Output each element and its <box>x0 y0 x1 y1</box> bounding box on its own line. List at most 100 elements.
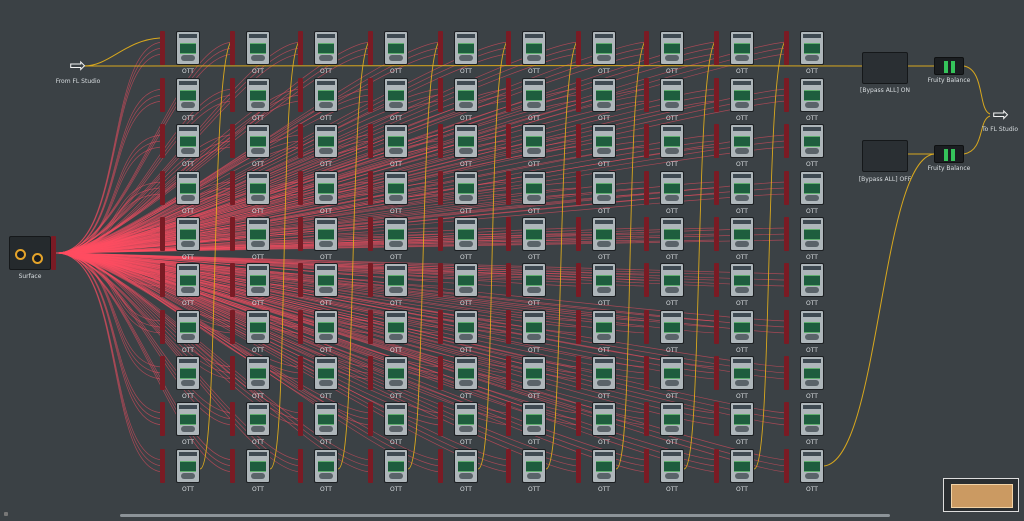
output-arrow-icon[interactable]: ⇨ <box>990 103 1012 125</box>
minimap[interactable] <box>943 478 1019 512</box>
ott-node[interactable] <box>314 402 338 436</box>
ott-input-ports[interactable] <box>784 449 789 483</box>
ott-node[interactable] <box>176 263 200 297</box>
ott-input-ports[interactable] <box>784 356 789 390</box>
ott-node[interactable] <box>384 449 408 483</box>
ott-node[interactable] <box>454 356 478 390</box>
ott-input-ports[interactable] <box>784 124 789 158</box>
ott-input-ports[interactable] <box>714 217 719 251</box>
ott-input-ports[interactable] <box>784 310 789 344</box>
ott-node[interactable] <box>314 263 338 297</box>
ott-node[interactable] <box>660 310 684 344</box>
ott-node[interactable] <box>660 263 684 297</box>
ott-node[interactable] <box>454 217 478 251</box>
ott-input-ports[interactable] <box>576 78 581 112</box>
ott-input-ports[interactable] <box>160 31 165 65</box>
ott-node[interactable] <box>176 31 200 65</box>
ott-node[interactable] <box>660 171 684 205</box>
ott-node[interactable] <box>730 402 754 436</box>
ott-input-ports[interactable] <box>230 449 235 483</box>
ott-input-ports[interactable] <box>230 310 235 344</box>
ott-input-ports[interactable] <box>644 217 649 251</box>
ott-node[interactable] <box>384 78 408 112</box>
ott-input-ports[interactable] <box>506 356 511 390</box>
ott-input-ports[interactable] <box>298 124 303 158</box>
ott-node[interactable] <box>592 310 616 344</box>
ott-input-ports[interactable] <box>298 217 303 251</box>
ott-input-ports[interactable] <box>576 310 581 344</box>
ott-input-ports[interactable] <box>438 356 443 390</box>
ott-node[interactable] <box>730 449 754 483</box>
ott-input-ports[interactable] <box>644 124 649 158</box>
ott-node[interactable] <box>522 124 546 158</box>
ott-input-ports[interactable] <box>230 31 235 65</box>
ott-node[interactable] <box>660 449 684 483</box>
ott-node[interactable] <box>176 171 200 205</box>
ott-input-ports[interactable] <box>644 310 649 344</box>
ott-node[interactable] <box>384 31 408 65</box>
ott-node[interactable] <box>454 310 478 344</box>
surface-node[interactable] <box>9 236 51 270</box>
ott-input-ports[interactable] <box>506 171 511 205</box>
ott-node[interactable] <box>314 217 338 251</box>
ott-node[interactable] <box>800 449 824 483</box>
ott-node[interactable] <box>522 449 546 483</box>
ott-node[interactable] <box>800 171 824 205</box>
ott-input-ports[interactable] <box>576 31 581 65</box>
ott-node[interactable] <box>800 124 824 158</box>
ott-input-ports[interactable] <box>230 78 235 112</box>
ott-node[interactable] <box>176 449 200 483</box>
ott-node[interactable] <box>314 171 338 205</box>
ott-input-ports[interactable] <box>298 263 303 297</box>
ott-node[interactable] <box>454 263 478 297</box>
ott-input-ports[interactable] <box>784 31 789 65</box>
ott-input-ports[interactable] <box>644 78 649 112</box>
ott-input-ports[interactable] <box>368 78 373 112</box>
ott-node[interactable] <box>454 402 478 436</box>
ott-input-ports[interactable] <box>160 124 165 158</box>
ott-input-ports[interactable] <box>506 217 511 251</box>
ott-input-ports[interactable] <box>784 217 789 251</box>
patcher-canvas[interactable]: ⇨ From FL Studio Surface OTT OTT OTT OTT OTT… <box>0 0 1024 521</box>
ott-node[interactable] <box>800 356 824 390</box>
ott-input-ports[interactable] <box>714 78 719 112</box>
ott-input-ports[interactable] <box>576 263 581 297</box>
ott-node[interactable] <box>660 217 684 251</box>
ott-node[interactable] <box>384 356 408 390</box>
ott-node[interactable] <box>522 31 546 65</box>
ott-input-ports[interactable] <box>230 402 235 436</box>
ott-node[interactable] <box>592 31 616 65</box>
ott-node[interactable] <box>522 402 546 436</box>
ott-input-ports[interactable] <box>230 263 235 297</box>
fruity-balance-top-node[interactable] <box>934 57 964 75</box>
ott-node[interactable] <box>522 263 546 297</box>
ott-node[interactable] <box>730 356 754 390</box>
ott-node[interactable] <box>314 31 338 65</box>
ott-node[interactable] <box>800 263 824 297</box>
ott-input-ports[interactable] <box>298 78 303 112</box>
ott-node[interactable] <box>454 124 478 158</box>
ott-node[interactable] <box>660 78 684 112</box>
ott-node[interactable] <box>522 310 546 344</box>
ott-input-ports[interactable] <box>576 124 581 158</box>
ott-input-ports[interactable] <box>160 402 165 436</box>
ott-node[interactable] <box>314 310 338 344</box>
ott-node[interactable] <box>660 31 684 65</box>
ott-node[interactable] <box>246 356 270 390</box>
ott-node[interactable] <box>176 310 200 344</box>
ott-input-ports[interactable] <box>438 78 443 112</box>
ott-node[interactable] <box>314 78 338 112</box>
ott-input-ports[interactable] <box>298 356 303 390</box>
ott-node[interactable] <box>522 78 546 112</box>
ott-input-ports[interactable] <box>506 449 511 483</box>
ott-input-ports[interactable] <box>438 402 443 436</box>
ott-input-ports[interactable] <box>506 78 511 112</box>
ott-input-ports[interactable] <box>714 356 719 390</box>
ott-input-ports[interactable] <box>644 263 649 297</box>
ott-input-ports[interactable] <box>644 171 649 205</box>
horizontal-scrollbar[interactable] <box>120 514 890 517</box>
ott-node[interactable] <box>176 217 200 251</box>
ott-input-ports[interactable] <box>438 310 443 344</box>
ott-input-ports[interactable] <box>160 449 165 483</box>
ott-node[interactable] <box>592 356 616 390</box>
